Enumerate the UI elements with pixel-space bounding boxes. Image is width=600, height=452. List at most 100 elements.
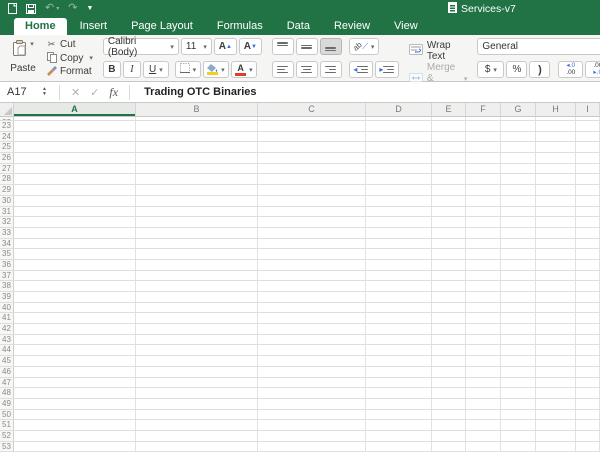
cell-d52[interactable] <box>366 431 432 441</box>
cell-e44[interactable] <box>432 345 466 355</box>
cell-h33[interactable] <box>536 228 576 238</box>
cell-d38[interactable] <box>366 281 432 291</box>
cell-c23[interactable] <box>258 121 366 131</box>
cell-c45[interactable] <box>258 356 366 366</box>
cell-f41[interactable] <box>466 313 501 323</box>
cell-i25[interactable] <box>576 142 600 152</box>
cell-g31[interactable] <box>501 207 536 217</box>
cell-c49[interactable] <box>258 399 366 409</box>
increase-decimal-button[interactable]: ◂.0.00 <box>558 61 583 78</box>
cell-f25[interactable] <box>466 142 501 152</box>
cell-h23[interactable] <box>536 121 576 131</box>
row-header-52[interactable]: 52 <box>0 431 14 441</box>
cell-i37[interactable] <box>576 271 600 281</box>
number-format-select[interactable]: General▾ <box>477 38 600 55</box>
cell-f27[interactable] <box>466 164 501 174</box>
row-header-39[interactable]: 39 <box>0 292 14 302</box>
cell-d47[interactable] <box>366 378 432 388</box>
cell-i43[interactable] <box>576 335 600 345</box>
font-family-select[interactable]: Calibri (Body)▾ <box>103 38 179 55</box>
cell-h31[interactable] <box>536 207 576 217</box>
increase-font-size-button[interactable]: A▲ <box>214 38 237 55</box>
cell-h44[interactable] <box>536 345 576 355</box>
row-header-47[interactable]: 47 <box>0 378 14 388</box>
cell-d44[interactable] <box>366 345 432 355</box>
cell-c31[interactable] <box>258 207 366 217</box>
cell-a52[interactable] <box>14 431 136 441</box>
row-header-45[interactable]: 45 <box>0 356 14 366</box>
cell-f43[interactable] <box>466 335 501 345</box>
format-button[interactable]: Format <box>46 65 93 78</box>
cell-e23[interactable] <box>432 121 466 131</box>
tab-review[interactable]: Review <box>323 18 381 35</box>
cell-g34[interactable] <box>501 239 536 249</box>
tab-formulas[interactable]: Formulas <box>206 18 274 35</box>
cell-d40[interactable] <box>366 303 432 313</box>
cell-c50[interactable] <box>258 410 366 420</box>
cell-d30[interactable] <box>366 196 432 206</box>
cell-f35[interactable] <box>466 249 501 259</box>
cell-g33[interactable] <box>501 228 536 238</box>
cell-d34[interactable] <box>366 239 432 249</box>
cell-b29[interactable] <box>136 185 258 195</box>
cell-g32[interactable] <box>501 217 536 227</box>
cell-f46[interactable] <box>466 367 501 377</box>
cell-f34[interactable] <box>466 239 501 249</box>
cell-f31[interactable] <box>466 207 501 217</box>
cell-b50[interactable] <box>136 410 258 420</box>
column-header-f[interactable]: F <box>466 103 501 117</box>
cell-d31[interactable] <box>366 207 432 217</box>
cell-e39[interactable] <box>432 292 466 302</box>
cell-c42[interactable] <box>258 324 366 334</box>
cell-c52[interactable] <box>258 431 366 441</box>
cell-i22[interactable] <box>576 117 600 120</box>
cell-e51[interactable] <box>432 420 466 430</box>
row-header-41[interactable]: 41 <box>0 313 14 323</box>
cell-d22[interactable] <box>366 117 432 120</box>
cell-b52[interactable] <box>136 431 258 441</box>
row-header-22[interactable]: 22 <box>0 117 14 120</box>
cell-g40[interactable] <box>501 303 536 313</box>
cell-g29[interactable] <box>501 185 536 195</box>
cell-a34[interactable] <box>14 239 136 249</box>
column-header-g[interactable]: G <box>501 103 536 117</box>
cell-d33[interactable] <box>366 228 432 238</box>
cell-e35[interactable] <box>432 249 466 259</box>
tab-view[interactable]: View <box>383 18 429 35</box>
bold-button[interactable]: B <box>103 61 121 78</box>
cell-d32[interactable] <box>366 217 432 227</box>
column-header-i[interactable]: I <box>576 103 600 117</box>
cell-b38[interactable] <box>136 281 258 291</box>
cell-b49[interactable] <box>136 399 258 409</box>
cell-a48[interactable] <box>14 388 136 398</box>
cell-a46[interactable] <box>14 367 136 377</box>
cell-i51[interactable] <box>576 420 600 430</box>
underline-button[interactable]: U▾ <box>143 61 169 78</box>
cell-g25[interactable] <box>501 142 536 152</box>
cell-b48[interactable] <box>136 388 258 398</box>
cell-a42[interactable] <box>14 324 136 334</box>
cell-i40[interactable] <box>576 303 600 313</box>
cell-e30[interactable] <box>432 196 466 206</box>
cell-c25[interactable] <box>258 142 366 152</box>
cell-f38[interactable] <box>466 281 501 291</box>
cell-e41[interactable] <box>432 313 466 323</box>
cell-d46[interactable] <box>366 367 432 377</box>
cell-b47[interactable] <box>136 378 258 388</box>
cell-g45[interactable] <box>501 356 536 366</box>
cell-f26[interactable] <box>466 153 501 163</box>
cell-a50[interactable] <box>14 410 136 420</box>
cell-g42[interactable] <box>501 324 536 334</box>
fill-color-button[interactable]: ▾ <box>203 61 229 78</box>
cell-i49[interactable] <box>576 399 600 409</box>
cell-c30[interactable] <box>258 196 366 206</box>
cell-c34[interactable] <box>258 239 366 249</box>
cell-i38[interactable] <box>576 281 600 291</box>
row-header-42[interactable]: 42 <box>0 324 14 334</box>
cell-g28[interactable] <box>501 174 536 184</box>
cell-h26[interactable] <box>536 153 576 163</box>
column-header-b[interactable]: B <box>136 103 258 117</box>
cell-i35[interactable] <box>576 249 600 259</box>
cell-g41[interactable] <box>501 313 536 323</box>
cell-h48[interactable] <box>536 388 576 398</box>
